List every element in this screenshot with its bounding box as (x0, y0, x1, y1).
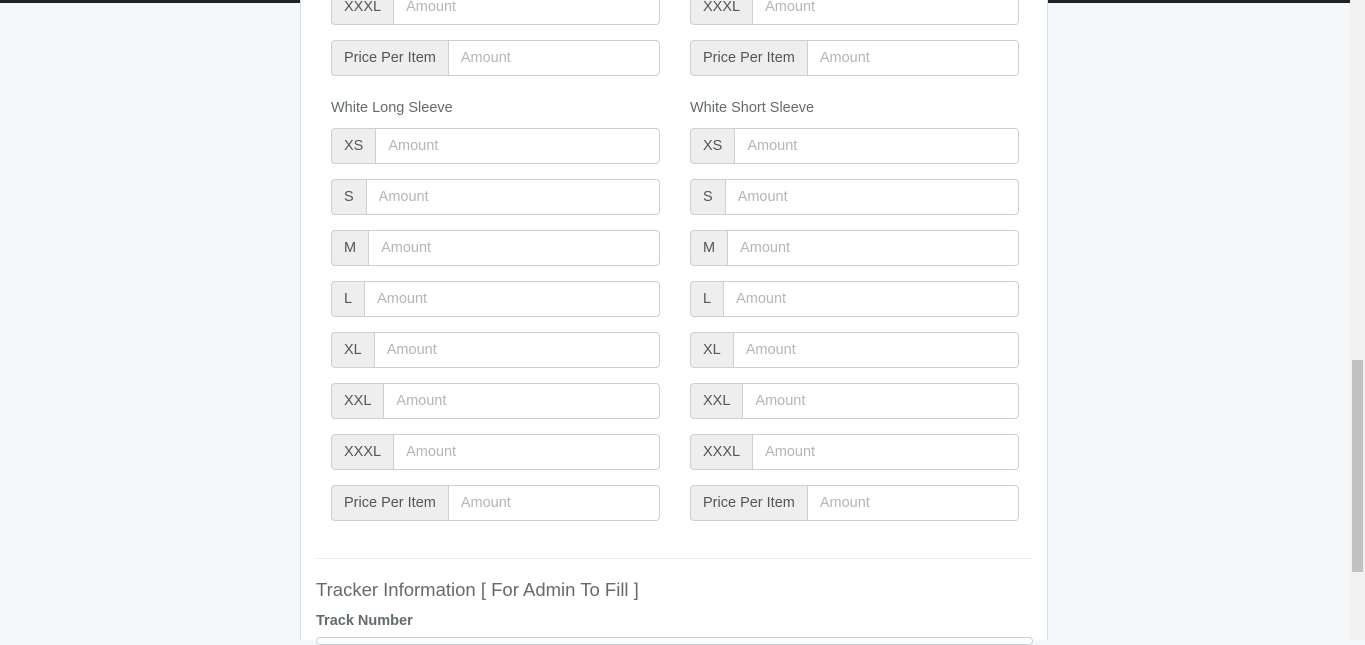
input-group-wss-l: L (690, 281, 1019, 317)
input-group-wls-m: M (331, 230, 660, 266)
track-number-input[interactable] (316, 637, 1033, 645)
input-group-wss-m: M (690, 230, 1019, 266)
white-long-sleeve-title: White Long Sleeve (331, 100, 453, 116)
amount-input[interactable] (375, 128, 660, 164)
input-group-xxxl-top-left: XXXL (331, 0, 660, 25)
amount-input[interactable] (752, 434, 1019, 470)
input-group-wss-xxl: XXL (690, 383, 1019, 419)
size-addon: L (690, 281, 724, 317)
price-addon: Price Per Item (690, 40, 807, 76)
size-addon: L (331, 281, 365, 317)
amount-input[interactable] (734, 128, 1019, 164)
input-group-price-top-right: Price Per Item (690, 40, 1019, 76)
form-panel (300, 0, 1048, 640)
amount-input[interactable] (723, 281, 1019, 317)
price-addon: Price Per Item (690, 485, 807, 521)
price-input[interactable] (806, 40, 1019, 76)
section-divider (316, 558, 1033, 559)
amount-input[interactable] (364, 281, 660, 317)
amount-input[interactable] (365, 179, 660, 215)
size-addon: XXL (331, 383, 384, 419)
size-addon: XXL (690, 383, 743, 419)
input-group-wls-xs: XS (331, 128, 660, 164)
amount-input[interactable] (368, 230, 660, 266)
size-addon: XXXL (690, 434, 753, 470)
input-group-wls-price: Price Per Item (331, 485, 660, 521)
amount-input[interactable] (393, 0, 660, 25)
price-input[interactable] (447, 40, 660, 76)
price-addon: Price Per Item (331, 40, 448, 76)
size-addon: XXXL (331, 0, 394, 25)
price-input[interactable] (806, 485, 1019, 521)
input-group-wls-l: L (331, 281, 660, 317)
amount-input[interactable] (393, 434, 660, 470)
size-addon: XL (331, 332, 374, 368)
tracker-section-title: Tracker Information [ For Admin To Fill … (316, 579, 639, 600)
white-short-sleeve-title: White Short Sleeve (690, 100, 815, 116)
input-group-wss-xs: XS (690, 128, 1019, 164)
input-group-wss-xl: XL (690, 332, 1019, 368)
size-addon: M (690, 230, 728, 266)
input-group-wls-xxl: XXL (331, 383, 660, 419)
price-input[interactable] (447, 485, 660, 521)
amount-input[interactable] (732, 332, 1019, 368)
size-addon: XS (331, 128, 376, 164)
size-addon: XXXL (690, 0, 753, 25)
amount-input[interactable] (742, 383, 1019, 419)
scrollbar-thumb[interactable] (1352, 360, 1363, 572)
input-group-wss-price: Price Per Item (690, 485, 1019, 521)
input-group-wls-s: S (331, 179, 660, 215)
amount-input[interactable] (383, 383, 660, 419)
amount-input[interactable] (752, 0, 1019, 25)
size-addon: M (331, 230, 369, 266)
input-group-wls-xl: XL (331, 332, 660, 368)
size-addon: XL (690, 332, 733, 368)
input-group-price-top-left: Price Per Item (331, 40, 660, 76)
track-number-label: Track Number (316, 613, 413, 629)
amount-input[interactable] (373, 332, 660, 368)
price-addon: Price Per Item (331, 485, 448, 521)
size-addon: XS (690, 128, 735, 164)
input-group-xxxl-top-right: XXXL (690, 0, 1019, 25)
size-addon: S (331, 179, 366, 215)
input-group-wss-s: S (690, 179, 1019, 215)
size-addon: S (690, 179, 725, 215)
input-group-wss-xxxl: XXXL (690, 434, 1019, 470)
input-group-wls-xxxl: XXXL (331, 434, 660, 470)
amount-input[interactable] (727, 230, 1019, 266)
size-addon: XXXL (331, 434, 394, 470)
amount-input[interactable] (724, 179, 1019, 215)
